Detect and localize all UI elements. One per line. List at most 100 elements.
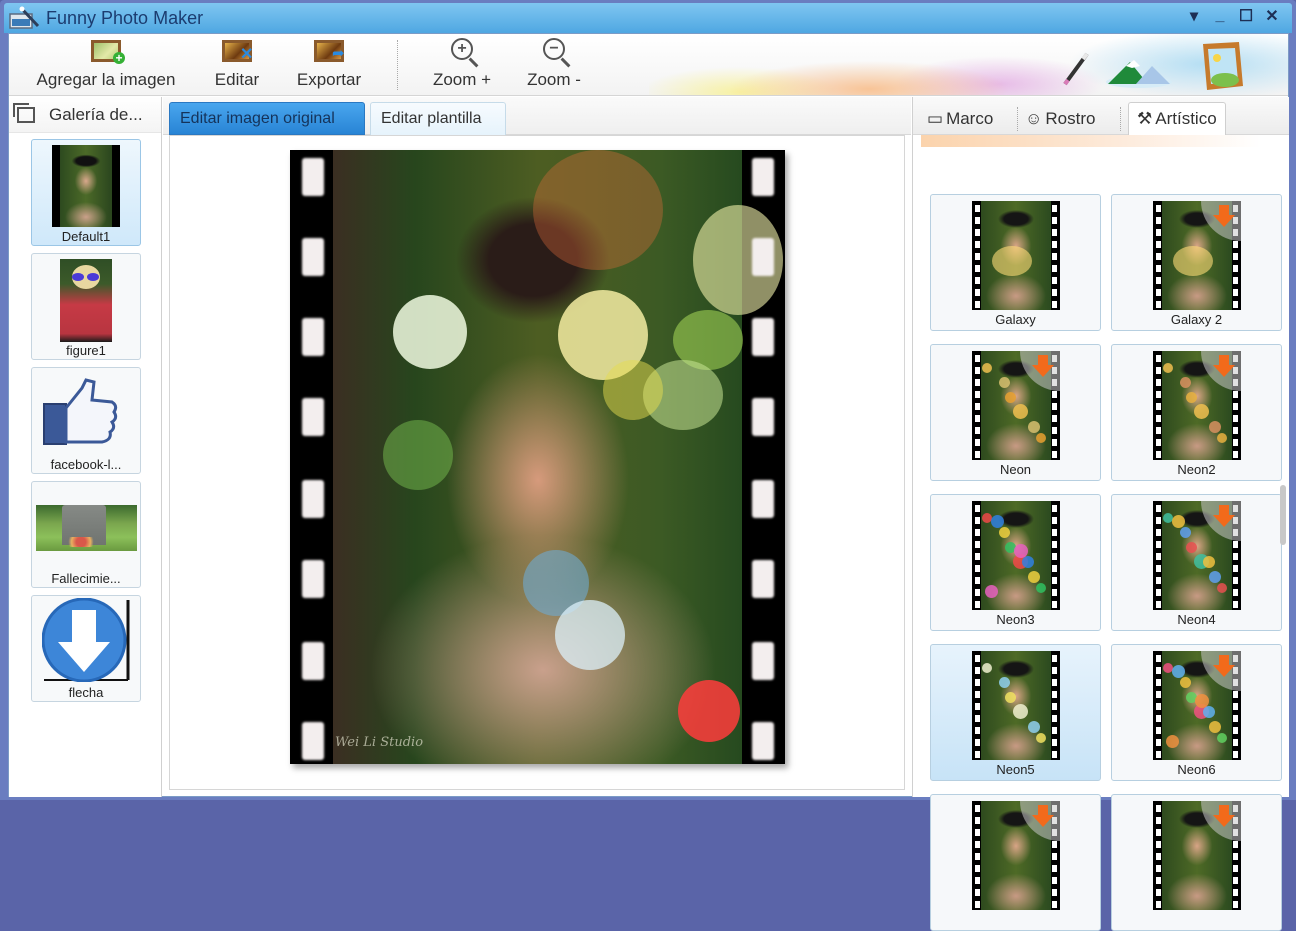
- client-area: + Agregar la imagen ✕ Editar ➦ Exportar: [8, 33, 1289, 931]
- gallery-item-flecha[interactable]: flecha: [31, 595, 141, 702]
- bokeh-dot: [1005, 392, 1016, 403]
- frame-icon: ▭: [927, 108, 944, 128]
- export-label: Exportar: [296, 70, 362, 89]
- effects-tabs: ▭ Marco ☺ Rostro ⚒ Artístico: [913, 97, 1289, 135]
- gallery-item-label: facebook-l...: [50, 457, 122, 472]
- export-image-icon: ➦: [312, 38, 346, 66]
- bokeh-dot: [1036, 583, 1046, 593]
- photo-watermark: Wei Li Studio: [335, 735, 424, 750]
- zoom-out-button[interactable]: − Zoom -: [519, 38, 589, 94]
- bokeh-dot: [985, 585, 998, 598]
- bokeh-dot: [1166, 735, 1179, 748]
- bokeh-dot: [1036, 733, 1046, 743]
- effect-item-neon3[interactable]: Neon3: [930, 494, 1101, 631]
- gallery-item-facebook-like[interactable]: facebook-l...: [31, 367, 141, 474]
- bokeh-dot: [1036, 433, 1046, 443]
- toolbar: + Agregar la imagen ✕ Editar ➦ Exportar: [9, 34, 1288, 96]
- gallery-item-default1[interactable]: Default1: [31, 139, 141, 246]
- bokeh-dot: [1180, 527, 1191, 538]
- tab-edit-original[interactable]: Editar imagen original: [169, 102, 365, 135]
- editor-panel: Editar imagen original Editar plantilla: [163, 97, 911, 797]
- gallery-item-label: Fallecimie...: [51, 571, 121, 586]
- bokeh-dot: [1209, 421, 1221, 433]
- tab-marco[interactable]: ▭ Marco: [927, 102, 993, 135]
- bokeh-light: [603, 360, 663, 420]
- effect-preview: [972, 801, 1060, 910]
- toolbar-separator: [397, 40, 398, 90]
- effect-item-neon6[interactable]: Neon6: [1111, 644, 1282, 781]
- tab-rostro[interactable]: ☺ Rostro: [1025, 102, 1095, 135]
- effect-item-more-9[interactable]: [1111, 794, 1282, 931]
- zoom-out-glyph: −: [543, 38, 565, 60]
- effect-item-label: Neon: [999, 462, 1032, 477]
- add-image-button[interactable]: + Agregar la imagen: [31, 38, 181, 94]
- bokeh-light: [555, 600, 625, 670]
- maximize-button[interactable]: ☐: [1238, 7, 1254, 25]
- bokeh-light: [678, 680, 740, 742]
- gallery-item-figure1[interactable]: figure1: [31, 253, 141, 360]
- effect-item-label: Galaxy 2: [1170, 312, 1223, 327]
- down-arrow-icon: [41, 597, 132, 687]
- effect-item-galaxy-2[interactable]: Galaxy 2: [1111, 194, 1282, 331]
- effect-preview: [1153, 501, 1241, 610]
- gallery-header: Galería de...: [9, 97, 161, 133]
- title-bar[interactable]: Funny Photo Maker ▾ _ ☐ ✕: [4, 3, 1292, 33]
- bokeh-dot: [1203, 706, 1215, 718]
- bokeh-dot: [1028, 421, 1040, 433]
- effect-item-neon[interactable]: Neon: [930, 344, 1101, 481]
- effect-preview: [972, 201, 1060, 310]
- effect-preview: [972, 501, 1060, 610]
- bokeh-dot: [999, 677, 1010, 688]
- effect-item-label: Neon6: [1177, 762, 1216, 777]
- add-image-label: Agregar la imagen: [36, 70, 176, 89]
- edit-button[interactable]: ✕ Editar: [207, 38, 267, 94]
- canvas-area[interactable]: Wei Li Studio: [169, 135, 905, 790]
- magic-wand-icon: [1059, 48, 1093, 93]
- edited-photo[interactable]: Wei Li Studio: [290, 150, 785, 764]
- effect-item-neon4[interactable]: Neon4: [1111, 494, 1282, 631]
- tab-artistico[interactable]: ⚒ Artístico: [1128, 102, 1226, 135]
- zoom-in-icon: +: [445, 38, 479, 66]
- bokeh-dot: [1014, 544, 1028, 558]
- zoom-out-label: Zoom -: [527, 70, 581, 89]
- zoom-in-button[interactable]: + Zoom +: [427, 38, 497, 94]
- bokeh-light: [533, 150, 663, 270]
- bokeh-dot: [1028, 721, 1040, 733]
- bokeh-dot: [1209, 721, 1221, 733]
- effect-item-neon2[interactable]: Neon2: [1111, 344, 1282, 481]
- effect-item-galaxy[interactable]: Galaxy: [930, 194, 1101, 331]
- close-button[interactable]: ✕: [1264, 7, 1280, 25]
- editor-tabs: Editar imagen original Editar plantilla: [163, 97, 911, 135]
- bokeh-dot: [1195, 694, 1209, 708]
- app-logo-icon: [8, 6, 42, 30]
- bokeh-dot: [1022, 556, 1034, 568]
- effect-preview: [1153, 351, 1241, 460]
- minimize-button[interactable]: _: [1212, 7, 1228, 25]
- window-menu-button[interactable]: ▾: [1186, 7, 1202, 25]
- bokeh-dot: [1194, 404, 1209, 419]
- effect-item-neon5[interactable]: Neon5: [930, 644, 1101, 781]
- toolbar-decoration: [649, 34, 1288, 95]
- bokeh-dot: [1186, 392, 1197, 403]
- effect-item-more-8[interactable]: [930, 794, 1101, 931]
- bokeh-dot: [1163, 363, 1173, 373]
- bokeh-light: [393, 295, 467, 369]
- add-image-icon: +: [89, 38, 125, 66]
- gallery-item-fallecimiento[interactable]: Fallecimie...: [31, 481, 141, 588]
- gallery-item-label: figure1: [66, 343, 106, 358]
- effect-item-label: Neon2: [1177, 462, 1216, 477]
- category-banner: [921, 135, 1261, 147]
- tab-edit-template[interactable]: Editar plantilla: [370, 102, 506, 135]
- export-button[interactable]: ➦ Exportar: [289, 38, 369, 94]
- window-title: Funny Photo Maker: [46, 7, 204, 28]
- effects-scrollbar[interactable]: [1280, 485, 1286, 545]
- face-icon: ☺: [1025, 108, 1043, 128]
- bokeh-dot: [999, 377, 1010, 388]
- gallery-thumbnail: [36, 505, 137, 551]
- edit-image-icon: ✕: [220, 38, 254, 66]
- effect-item-label: Neon3: [996, 612, 1035, 627]
- bokeh-dot: [1217, 733, 1227, 743]
- bokeh-dot: [1172, 665, 1185, 678]
- bokeh-dot: [982, 663, 992, 673]
- effect-preview: [1153, 801, 1241, 910]
